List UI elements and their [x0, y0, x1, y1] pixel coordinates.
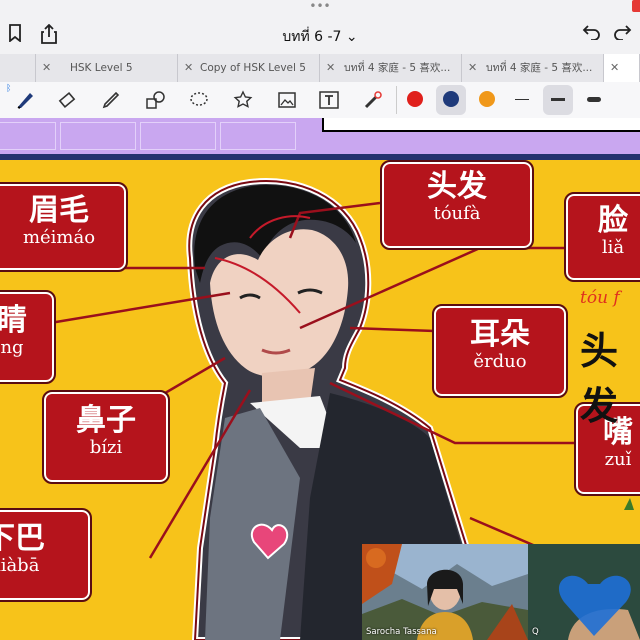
color-navy-swatch[interactable]: [443, 91, 459, 107]
vocab-card-face[interactable]: 脸 liǎ: [564, 192, 640, 282]
card-hanzi: 脸: [598, 203, 628, 238]
vocab-card-eyebrows[interactable]: 眉毛 méimáo: [0, 182, 128, 272]
card-hanzi: 鼻子: [76, 403, 136, 438]
participant-2-feed: [528, 544, 640, 640]
tab-strip: ✕ HSK Level 5 ✕ Copy of HSK Level 5 ✕ บท…: [0, 54, 640, 83]
tab-copy-hsk-level-5[interactable]: ✕ Copy of HSK Level 5: [178, 54, 320, 82]
recording-indicator: [632, 0, 640, 12]
card-pinyin: tóufà: [433, 203, 481, 224]
card-pinyin: bízi: [89, 437, 123, 458]
annotation-toolbar: ᛒ: [0, 82, 640, 119]
close-tab-icon[interactable]: ✕: [610, 54, 619, 82]
tab-label: บทที่ 4 家庭 - 5 喜欢...: [344, 62, 451, 74]
stroke-thin-option[interactable]: [515, 99, 529, 100]
close-tab-icon[interactable]: ✕: [468, 54, 477, 82]
card-pinyin: méimáo: [22, 227, 96, 248]
highlighter-tool-icon[interactable]: [100, 89, 122, 111]
multitask-dots[interactable]: •••: [0, 0, 640, 12]
card-pinyin: xiàbā: [0, 555, 40, 576]
card-pinyin: zuǐ: [604, 449, 632, 470]
top-nav-bar: ••• บทที่ 6 -7 ⌄: [0, 0, 640, 54]
redo-icon[interactable]: [614, 24, 632, 45]
sticker-tool-icon[interactable]: [232, 89, 254, 111]
handwritten-pinyin-note: tóu f: [580, 288, 620, 308]
tab-label: บทที่ 4 家庭 - 5 喜欢...: [486, 62, 593, 74]
pen-tool-icon[interactable]: [14, 89, 36, 111]
participant-video-2[interactable]: Q: [528, 544, 640, 640]
virtual-background: [362, 544, 528, 640]
handwritten-hanzi-note: 头发: [580, 328, 619, 428]
tab-1[interactable]: [0, 54, 36, 82]
card-pinyin: ng: [0, 337, 24, 358]
eraser-tool-icon[interactable]: [56, 89, 78, 111]
vocab-card-chin[interactable]: 下巴 xiàbā: [0, 508, 92, 602]
card-hanzi: 睛: [0, 303, 27, 338]
card-hanzi: 眉毛: [29, 193, 89, 228]
document-title[interactable]: บทที่ 6 -7 ⌄: [0, 26, 640, 48]
undo-icon[interactable]: [582, 24, 600, 45]
stroke-thick-option[interactable]: [587, 97, 601, 102]
tab-lesson-4-a[interactable]: ✕ บทที่ 4 家庭 - 5 喜欢...: [320, 54, 462, 82]
shapes-tool-icon[interactable]: [144, 89, 166, 111]
vocab-card-nose[interactable]: 鼻子 bízi: [42, 390, 170, 484]
participant-name: Q: [532, 627, 539, 637]
image-tool-icon[interactable]: [276, 89, 298, 111]
lasso-tool-icon[interactable]: [188, 89, 210, 111]
card-pinyin: liǎ: [601, 237, 625, 258]
card-hanzi: 下巴: [0, 521, 45, 556]
card-hanzi: 耳朵: [470, 317, 530, 352]
stroke-medium-option[interactable]: [551, 98, 565, 101]
card-pinyin: ěrduo: [473, 351, 527, 372]
tab-lesson-4-b[interactable]: ✕ บทที่ 4 家庭 - 5 喜欢...: [462, 54, 604, 82]
vocab-card-eyes[interactable]: 睛 ng: [0, 290, 56, 384]
tab-label: HSK Level 5: [70, 62, 133, 74]
tab-label: Copy of HSK Level 5: [200, 62, 306, 74]
color-orange-swatch[interactable]: [479, 91, 495, 107]
participant-video-1[interactable]: Sarocha Tassana: [362, 544, 528, 640]
close-tab-icon[interactable]: ✕: [326, 54, 335, 82]
vocab-card-hair[interactable]: 头发 tóufà: [380, 160, 534, 250]
vocab-card-ears[interactable]: 耳朵 ěrduo: [432, 304, 568, 398]
bluetooth-icon: ᛒ: [6, 84, 12, 94]
tab-hsk-level-5[interactable]: ✕ HSK Level 5: [36, 54, 178, 82]
color-red-swatch[interactable]: [407, 91, 423, 107]
close-tab-icon[interactable]: ✕: [184, 54, 193, 82]
card-hanzi: 头发: [427, 169, 487, 204]
participant-name: Sarocha Tassana: [366, 627, 437, 637]
close-tab-icon[interactable]: ✕: [42, 54, 51, 82]
tab-active[interactable]: ✕: [604, 54, 640, 82]
toolbar-divider: [396, 86, 397, 114]
laser-tool-icon[interactable]: [362, 89, 384, 111]
text-tool-icon[interactable]: [318, 89, 340, 111]
